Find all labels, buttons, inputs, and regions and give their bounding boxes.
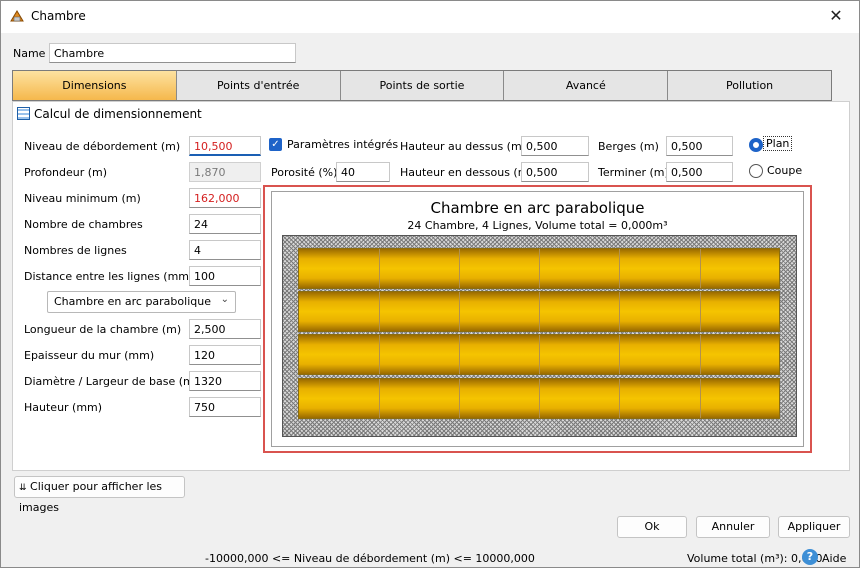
- niveau-debordement-input[interactable]: 10,500: [189, 136, 261, 156]
- app-icon: [10, 10, 24, 22]
- ok-button[interactable]: Ok: [617, 516, 687, 538]
- cancel-button[interactable]: Annuler: [696, 516, 770, 538]
- porosite-label: Porosité (%): [271, 166, 338, 179]
- name-input[interactable]: Chambre: [49, 43, 296, 63]
- distance-lignes-label: Distance entre les lignes (mm): [24, 270, 194, 283]
- diametre-base-label: Diamètre / Largeur de base (mm): [24, 375, 209, 388]
- chamber-row: [298, 248, 780, 289]
- chambre-dialog: Chambre ✕ Name Chambre Dimensions Points…: [0, 0, 860, 568]
- show-images-label: Cliquer pour afficher les images: [19, 480, 163, 514]
- terminer-label: Terminer (m): [598, 166, 669, 179]
- niveau-minimum-label: Niveau minimum (m): [24, 192, 141, 205]
- nombres-lignes-input[interactable]: 4: [189, 240, 261, 260]
- preview-frame: Chambre en arc parabolique 24 Chambre, 4…: [263, 185, 812, 453]
- parametres-integres-label: Paramètres intégrés: [287, 138, 399, 151]
- close-button[interactable]: ✕: [813, 1, 859, 33]
- tab-points-sortie[interactable]: Points de sortie: [340, 71, 505, 100]
- tab-pollution[interactable]: Pollution: [668, 71, 831, 100]
- name-label: Name: [13, 47, 46, 60]
- show-images-button[interactable]: ⇊ Cliquer pour afficher les images: [14, 476, 185, 514]
- niveau-minimum-input[interactable]: 162,000: [189, 188, 261, 208]
- help-label[interactable]: Aide: [822, 552, 846, 565]
- niveau-debordement-label: Niveau de débordement (m): [24, 140, 181, 153]
- tab-points-entree[interactable]: Points d'entrée: [176, 71, 341, 100]
- hauteur-label: Hauteur (mm): [24, 401, 103, 414]
- coupe-radio[interactable]: [749, 164, 763, 178]
- porosite-input[interactable]: 40: [336, 162, 390, 182]
- profondeur-input: 1,870: [189, 162, 261, 182]
- check-icon: ✓: [271, 139, 280, 150]
- tab-dimensions[interactable]: Dimensions: [13, 71, 177, 100]
- chamber-type-select[interactable]: Chambre en arc parabolique ⌄: [47, 291, 236, 313]
- parametres-integres-checkbox[interactable]: ✓: [269, 138, 282, 151]
- apply-button[interactable]: Appliquer: [778, 516, 850, 538]
- nombre-chambres-input[interactable]: 24: [189, 214, 261, 234]
- chamber-type-value: Chambre en arc parabolique: [54, 295, 211, 308]
- calculator-icon: [17, 107, 30, 120]
- help-icon[interactable]: ?: [802, 549, 818, 565]
- hauteur-dessus-input[interactable]: 0,500: [521, 136, 589, 156]
- preview-subtitle: 24 Chambre, 4 Lignes, Volume total = 0,0…: [407, 219, 668, 232]
- preview-title: Chambre en arc parabolique: [430, 199, 645, 217]
- epaisseur-mur-input[interactable]: 120: [189, 345, 261, 365]
- window-title: Chambre: [31, 9, 86, 23]
- preview-plan: [282, 235, 797, 437]
- section-title: Calcul de dimensionnement: [34, 107, 202, 121]
- hauteur-input[interactable]: 750: [189, 397, 261, 417]
- plan-label: Plan: [763, 136, 793, 151]
- berges-input[interactable]: 0,500: [666, 136, 733, 156]
- double-chevron-down-icon: ⇊: [19, 483, 27, 493]
- distance-lignes-input[interactable]: 100: [189, 266, 261, 286]
- chamber-row: [298, 378, 780, 419]
- range-status: -10000,000 <= Niveau de débordement (m) …: [205, 552, 535, 565]
- epaisseur-mur-label: Epaisseur du mur (mm): [24, 349, 155, 362]
- tab-avance[interactable]: Avancé: [504, 71, 669, 100]
- title-bar: Chambre ✕: [1, 1, 859, 33]
- plan-radio[interactable]: [749, 138, 763, 152]
- berges-label: Berges (m): [598, 140, 659, 153]
- hauteur-dessous-label: Hauteur en dessous (m): [400, 166, 533, 179]
- profondeur-label: Profondeur (m): [24, 166, 108, 179]
- chamber-row: [298, 291, 780, 332]
- longueur-chambre-label: Longueur de la chambre (m): [24, 323, 182, 336]
- nombre-chambres-label: Nombre de chambres: [24, 218, 143, 231]
- tab-bar: Dimensions Points d'entrée Points de sor…: [12, 70, 832, 101]
- hauteur-dessus-label: Hauteur au dessus (m): [400, 140, 526, 153]
- close-icon: ✕: [829, 6, 843, 25]
- terminer-input[interactable]: 0,500: [666, 162, 733, 182]
- coupe-label: Coupe: [767, 164, 803, 177]
- chevron-down-icon: ⌄: [220, 294, 229, 305]
- preview-canvas: Chambre en arc parabolique 24 Chambre, 4…: [271, 191, 804, 447]
- diametre-base-input[interactable]: 1320: [189, 371, 261, 391]
- hauteur-dessous-input[interactable]: 0,500: [521, 162, 589, 182]
- longueur-chambre-input[interactable]: 2,500: [189, 319, 261, 339]
- nombres-lignes-label: Nombres de lignes: [24, 244, 127, 257]
- chamber-row: [298, 334, 780, 375]
